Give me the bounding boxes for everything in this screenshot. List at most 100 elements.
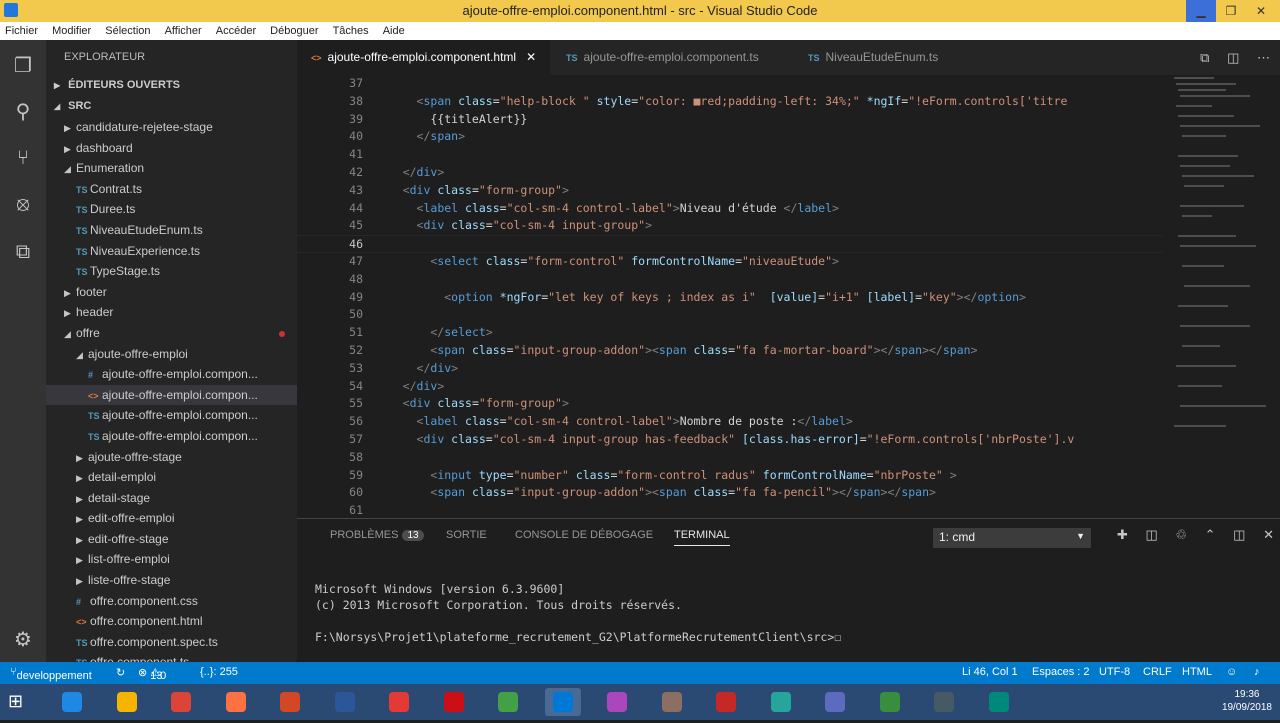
toggle-panel-icon[interactable]: ◫ [1233, 527, 1245, 542]
sidebar-item[interactable]: ▶ edit-offre-stage [46, 529, 297, 550]
sidebar-item[interactable]: TS NiveauEtudeEnum.ts [46, 220, 297, 241]
notifications-icon[interactable]: ♪ [1254, 666, 1260, 678]
sidebar-item[interactable]: TS Contrat.ts [46, 179, 297, 200]
tab-ajoute-offre-emploi-html[interactable]: <> ajoute-offre-emploi.component.html ✕ [297, 40, 550, 75]
app-icon[interactable] [872, 688, 908, 716]
close-button[interactable]: ✕ [1246, 0, 1276, 22]
feedback-icon[interactable]: ☺ [1226, 666, 1237, 678]
code-editor[interactable]: 37 38 <span class="help-block " style="co… [297, 75, 1162, 518]
problems-status[interactable]: ⊗ 13 ⚠ 0 [138, 666, 166, 682]
firefox-icon[interactable] [218, 688, 254, 716]
menu-deboguer[interactable]: Déboguer [265, 22, 324, 37]
section-src[interactable]: ◢ SRC [46, 96, 297, 117]
windows-start-icon[interactable]: ⊞ [8, 691, 30, 713]
tab-terminal[interactable]: TERMINAL [674, 529, 730, 546]
sidebar-item[interactable]: TS Duree.ts [46, 199, 297, 220]
tab-console-debogage[interactable]: CONSOLE DE DÉBOGAGE [515, 529, 653, 541]
open-changes-icon[interactable]: ⧉ [1200, 50, 1209, 65]
minimap[interactable] [1162, 75, 1280, 518]
app-icon[interactable] [817, 688, 853, 716]
sidebar-item[interactable]: ▶ edit-offre-emploi [46, 508, 297, 529]
maximize-button[interactable]: ❐ [1216, 0, 1246, 22]
close-tab-icon[interactable]: ✕ [526, 50, 536, 64]
indentation-status[interactable]: Espaces : 2 [1032, 666, 1089, 678]
app-icon[interactable] [763, 688, 799, 716]
settings-icon[interactable]: ⚙ [10, 626, 36, 652]
tab-sortie[interactable]: SORTIE [446, 529, 487, 541]
encoding-status[interactable]: UTF-8 [1099, 666, 1130, 678]
menu-modifier[interactable]: Modifier [47, 22, 97, 37]
sidebar-item[interactable]: TS ajoute-offre-emploi.compon... [46, 405, 297, 426]
ie-icon[interactable] [54, 688, 90, 716]
app-icon[interactable] [654, 688, 690, 716]
split-editor-icon[interactable]: ◫ [1227, 50, 1239, 65]
files-icon[interactable]: ❐ [10, 52, 36, 78]
search-icon[interactable]: ⚲ [10, 98, 36, 124]
app-icon[interactable] [599, 688, 635, 716]
sidebar-item[interactable]: TSoffre.component.ts [46, 652, 297, 662]
idea-icon[interactable] [708, 688, 744, 716]
sidebar-item[interactable]: <> ajoute-offre-emploi.compon... [46, 384, 297, 406]
sidebar-item[interactable]: ▶ ajoute-offre-stage [46, 447, 297, 468]
explorer-icon[interactable] [109, 688, 145, 716]
sidebar-item[interactable]: ▶ candidature-rejetee-stage [46, 117, 297, 138]
chrome-icon[interactable] [163, 688, 199, 716]
menu-selection[interactable]: Sélection [100, 22, 156, 37]
powerpoint-icon[interactable] [272, 688, 308, 716]
system-tray-clock[interactable]: 19:36 19/09/2018 [1222, 688, 1272, 714]
menu-afficher[interactable]: Afficher [160, 22, 208, 37]
source-control-icon[interactable]: ⑂ [10, 144, 36, 170]
menu-aide[interactable]: Aide [378, 22, 411, 37]
tab-problemes[interactable]: PROBLÈMES 13 [330, 529, 424, 541]
app-icon[interactable] [381, 688, 417, 716]
sidebar-item[interactable]: TS offre.component.spec.ts [46, 632, 297, 653]
sidebar-item[interactable]: ▶ list-offre-emploi [46, 549, 297, 570]
app-icon[interactable] [926, 688, 962, 716]
tab-ajoute-offre-emploi-ts[interactable]: TS ajoute-offre-emploi.component.ts [552, 40, 792, 75]
terminal-output[interactable]: Microsoft Windows [version 6.3.9600] (c) … [315, 565, 841, 677]
sidebar-item[interactable]: TS TypeStage.ts [46, 261, 297, 282]
terminal-select[interactable]: 1: cmd ▼ [933, 528, 1091, 548]
sidebar-item[interactable]: ◢ ajoute-offre-emploi [46, 344, 297, 365]
brace-count-status[interactable]: {..}: 255 [200, 666, 238, 678]
sidebar-item[interactable]: TS ajoute-offre-emploi.compon... [46, 426, 297, 447]
sync-icon[interactable]: ↻ [116, 666, 125, 679]
code-token: Nombre de poste : [679, 414, 798, 429]
app-icon[interactable] [490, 688, 526, 716]
tab-niveau-etude-enum[interactable]: TS NiveauEtudeEnum.ts [794, 40, 964, 75]
app-icon[interactable] [981, 688, 1017, 716]
sidebar-item[interactable]: ▶ footer [46, 282, 297, 303]
sidebar-item[interactable]: # offre.component.css [46, 591, 297, 612]
branch-status[interactable]: ⑂ developpement [10, 666, 92, 682]
extensions-icon[interactable]: ⧉ [10, 238, 36, 264]
section-open-editors[interactable]: ▶ ÉDITEURS OUVERTS [46, 75, 297, 96]
menu-acceder[interactable]: Accéder [211, 22, 262, 37]
new-terminal-icon[interactable]: ✚ [1117, 527, 1128, 542]
sidebar-item[interactable]: ▶ dashboard [46, 138, 297, 159]
sidebar-item[interactable]: <> offre.component.html [46, 611, 297, 632]
word-icon[interactable] [327, 688, 363, 716]
eol-status[interactable]: CRLF [1143, 666, 1172, 678]
vscode-icon[interactable] [544, 688, 581, 716]
sidebar-item[interactable]: ▶ liste-offre-stage [46, 570, 297, 591]
sidebar-item[interactable]: # ajoute-offre-emploi.compon... [46, 364, 297, 385]
sidebar-item[interactable]: ▶ detail-emploi [46, 467, 297, 488]
kill-terminal-icon[interactable]: ♲ [1175, 527, 1187, 542]
split-terminal-icon[interactable]: ◫ [1145, 527, 1157, 542]
more-actions-icon[interactable]: ⋯ [1257, 50, 1270, 65]
cursor-position-status[interactable]: Li 46, Col 1 [962, 666, 1018, 678]
chevron-up-icon[interactable]: ⌃ [1205, 527, 1216, 542]
minimize-button[interactable]: ▁ [1186, 0, 1216, 22]
sidebar-item[interactable]: ◢ Enumeration [46, 158, 297, 179]
sidebar-item[interactable]: ◢ offre [46, 323, 297, 344]
code-token: option [977, 289, 1019, 304]
sidebar-item[interactable]: ▶ header [46, 302, 297, 323]
menu-fichier[interactable]: Fichier [0, 22, 44, 37]
close-panel-icon[interactable]: ✕ [1263, 527, 1274, 542]
language-status[interactable]: HTML [1182, 666, 1212, 678]
opera-icon[interactable] [436, 688, 472, 716]
sidebar-item[interactable]: ▶ detail-stage [46, 488, 297, 509]
sidebar-item[interactable]: TS NiveauExperience.ts [46, 241, 297, 262]
menu-taches[interactable]: Tâches [328, 22, 375, 37]
debug-icon[interactable]: ⦻ [10, 190, 36, 216]
